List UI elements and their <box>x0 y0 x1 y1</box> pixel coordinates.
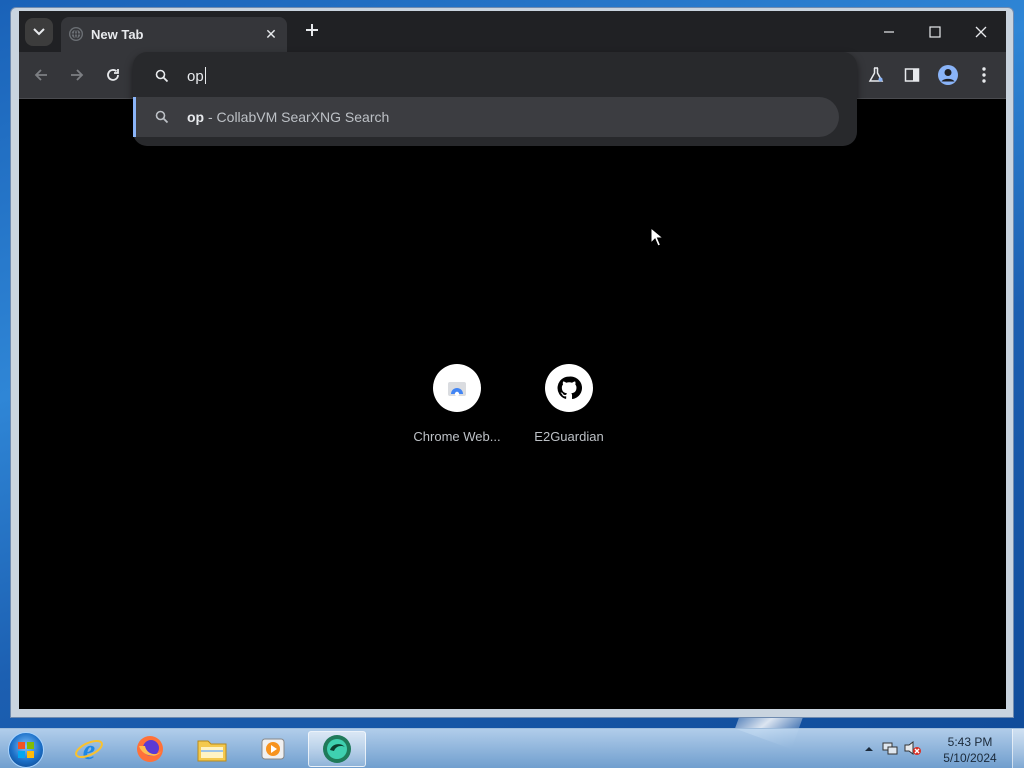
suggestion-selected-indicator <box>133 97 136 137</box>
volume-muted-icon <box>904 741 921 755</box>
browser-window: New Tab ✕ op op - CollabVM SearXNG Searc… <box>10 7 1014 718</box>
firefox-icon <box>137 736 163 762</box>
reload-icon <box>107 69 119 81</box>
profile-button[interactable] <box>936 63 960 87</box>
taskbar-internet-explorer[interactable]: e <box>62 731 116 767</box>
taskbar-firefox[interactable] <box>123 731 177 767</box>
suggestion-match: op <box>187 109 205 125</box>
show-desktop-button[interactable] <box>1012 729 1024 768</box>
omnibox[interactable]: op - CollabVM SearXNG Search <box>133 52 857 146</box>
minimize-icon <box>884 31 894 33</box>
taskbar-file-explorer[interactable] <box>185 731 239 767</box>
new-tab-button[interactable] <box>301 21 323 43</box>
browser-app-icon <box>323 735 351 763</box>
network-tray-button[interactable] <box>882 740 898 756</box>
tab-title: New Tab <box>91 27 144 42</box>
maximize-icon <box>929 26 941 38</box>
taskbar: e 5:43 PM 5/10/2024 <box>0 728 1024 768</box>
new-tab-page: Chrome Web... E2Guardian <box>19 100 1006 709</box>
taskbar-chrome-app[interactable] <box>308 731 366 767</box>
start-button[interactable] <box>8 732 44 768</box>
omnibox-suggestion[interactable]: op - CollabVM SearXNG Search <box>133 97 839 137</box>
shortcut-label: E2Guardian <box>534 429 604 444</box>
text-caret <box>205 67 206 84</box>
arrow-right-icon <box>71 69 84 81</box>
shortcut-chrome-web-store[interactable]: Chrome Web... <box>401 364 513 444</box>
minimize-button[interactable] <box>874 19 904 45</box>
suggestion-text: op - CollabVM SearXNG Search <box>187 109 389 125</box>
browser-toolbar: op - CollabVM SearXNG Search <box>19 52 1006 146</box>
back-button[interactable] <box>29 63 53 87</box>
forward-button[interactable] <box>65 63 89 87</box>
svg-text:e: e <box>83 735 95 764</box>
tab-new-tab[interactable]: New Tab ✕ <box>61 17 287 52</box>
network-icon <box>882 742 898 755</box>
mouse-cursor-icon <box>650 227 664 247</box>
globe-icon <box>69 27 83 41</box>
close-window-button[interactable] <box>966 19 996 45</box>
shortcut-icon <box>433 364 481 412</box>
browser-frame: New Tab ✕ op op - CollabVM SearXNG Searc… <box>19 11 1006 709</box>
flask-icon <box>868 67 884 82</box>
tab-search-button[interactable] <box>25 18 53 46</box>
chevron-up-icon <box>865 747 873 751</box>
taskbar-media-player[interactable] <box>246 731 300 767</box>
shortcut-e2guardian[interactable]: E2Guardian <box>513 364 625 444</box>
address-input[interactable] <box>187 64 687 88</box>
maximize-button[interactable] <box>920 19 950 45</box>
close-icon <box>975 26 987 38</box>
clock-date: 5/10/2024 <box>943 751 997 765</box>
side-panel-button[interactable] <box>900 63 924 87</box>
suggestion-rest: - CollabVM SearXNG Search <box>204 109 390 125</box>
reload-button[interactable] <box>101 63 125 87</box>
shortcut-label: Chrome Web... <box>413 429 501 444</box>
chrome-web-store-icon <box>448 382 466 397</box>
taskbar-clock[interactable]: 5:43 PM 5/10/2024 <box>940 734 1000 766</box>
windows-logo-icon <box>18 742 34 758</box>
media-player-icon <box>261 738 285 760</box>
labs-button[interactable] <box>864 63 888 87</box>
search-icon <box>155 110 169 124</box>
tab-close-icon[interactable]: ✕ <box>263 26 279 42</box>
plus-icon <box>306 24 318 36</box>
avatar-icon <box>938 65 958 85</box>
chevron-down-icon <box>33 28 45 36</box>
folder-icon <box>197 740 227 762</box>
shortcut-icon <box>545 364 593 412</box>
github-icon <box>557 376 582 400</box>
show-hidden-icons-button[interactable] <box>864 741 874 753</box>
kebab-menu-icon <box>982 67 986 83</box>
menu-button[interactable] <box>972 63 996 87</box>
side-panel-icon <box>904 68 920 82</box>
search-icon <box>155 69 169 83</box>
arrow-left-icon <box>34 69 47 81</box>
internet-explorer-icon: e <box>75 735 103 764</box>
tab-strip: New Tab ✕ <box>19 11 1006 52</box>
clock-time: 5:43 PM <box>947 735 993 749</box>
volume-tray-button[interactable] <box>904 740 922 756</box>
